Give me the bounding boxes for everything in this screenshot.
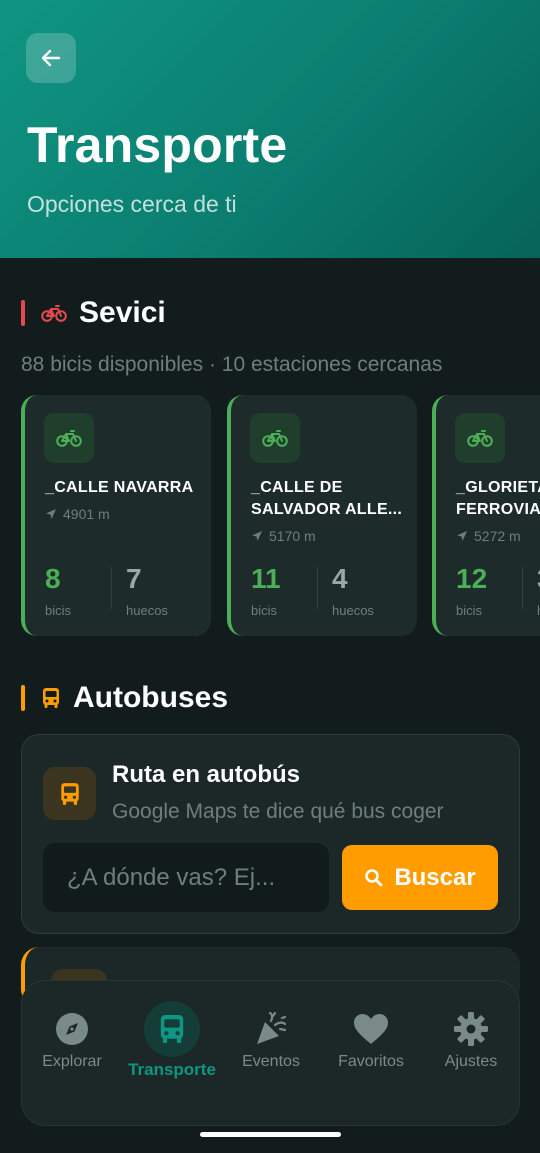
gear-icon (454, 1012, 488, 1046)
nav-label: Explorar (42, 1053, 102, 1070)
station-name: _CALLE NAVARRA (45, 479, 194, 496)
page-subtitle: Opciones cerca de ti (27, 191, 237, 217)
station-icon-box (44, 413, 94, 463)
page-title: Transporte (27, 117, 288, 173)
bus-route-icon-box (43, 767, 96, 820)
station-icon-box (250, 413, 300, 463)
arrow-left-icon (41, 49, 61, 67)
docks-label: huecos (126, 603, 168, 618)
bottom-navigation: Explorar Transporte Eventos Favoritos Aj… (21, 980, 520, 1126)
bicycle-icon (41, 305, 67, 322)
header: Transporte Opciones cerca de ti (0, 0, 540, 258)
bus-route-subtitle: Google Maps te dice qué bus coger (112, 800, 444, 823)
nav-item-favoritos[interactable]: Favoritos (321, 1009, 421, 1071)
station-distance: 5170 m (251, 528, 316, 544)
station-name: _CALLE DE SALVADOR ALLE... (251, 479, 403, 518)
section-title-sevici: Sevici (79, 296, 166, 329)
party-popper-icon (257, 1011, 287, 1044)
bus-route-title: Ruta en autobús (112, 761, 301, 788)
distance-value: 4901 m (63, 506, 110, 522)
station-icon-box (455, 413, 505, 463)
section-title-autobuses: Autobuses (73, 681, 229, 714)
bikes-label: bicis (456, 603, 483, 618)
home-indicator[interactable] (200, 1132, 341, 1137)
station-carousel[interactable]: _CALLE NAVARRA 4901 m 8 bicis 7 huecos _… (21, 395, 540, 637)
navigation-arrow-icon (457, 531, 467, 541)
nav-label: Eventos (242, 1053, 300, 1070)
docks-label: huecos (332, 603, 374, 618)
station-card[interactable]: _GLORIETA FERROVIAR 5272 m 12 bicis 3 hu… (432, 395, 540, 636)
station-name: _GLORIETA FERROVIAR (456, 479, 540, 518)
section-accent-bar (21, 300, 25, 326)
section-accent-bar (21, 685, 25, 711)
nav-item-explorar[interactable]: Explorar (22, 1009, 122, 1071)
nav-item-transporte[interactable]: Transporte (122, 1001, 222, 1080)
bikes-count: 8 (45, 563, 61, 594)
bikes-label: bicis (45, 603, 72, 618)
distance-value: 5170 m (269, 528, 316, 544)
back-button[interactable] (26, 33, 76, 83)
destination-input[interactable]: ¿A dónde vas? Ej... (43, 843, 329, 912)
station-card[interactable]: _CALLE NAVARRA 4901 m 8 bicis 7 huecos (21, 395, 211, 636)
bus-icon (60, 782, 79, 805)
sevici-section-header: Sevici (21, 296, 166, 330)
nav-label: Ajustes (444, 1053, 498, 1070)
bikes-count: 11 (251, 563, 281, 594)
docks-count: 7 (126, 563, 142, 594)
bikes-label: bicis (251, 603, 278, 618)
bicycle-icon (56, 430, 82, 447)
divider (522, 567, 523, 609)
search-icon (365, 868, 383, 886)
search-button-label: Buscar (394, 863, 476, 891)
navigation-arrow-icon (46, 509, 56, 519)
station-distance: 5272 m (456, 528, 521, 544)
nav-label: Transporte (128, 1060, 216, 1079)
bicycle-icon (467, 430, 493, 447)
navigation-arrow-icon (252, 531, 262, 541)
bikes-count: 12 (456, 563, 488, 594)
search-button[interactable]: Buscar (342, 845, 498, 910)
bus-route-card: Ruta en autobús Google Maps te dice qué … (21, 734, 520, 934)
heart-icon (354, 1014, 388, 1044)
nav-item-ajustes[interactable]: Ajustes (421, 1009, 521, 1071)
bus-icon (160, 1015, 184, 1043)
docks-count: 4 (332, 563, 348, 594)
nav-label: Favoritos (338, 1053, 404, 1070)
nav-item-eventos[interactable]: Eventos (221, 1009, 321, 1071)
sevici-summary: 88 bicis disponibles · 10 estaciones cer… (21, 353, 443, 376)
autobuses-section-header: Autobuses (21, 681, 228, 715)
divider (317, 567, 318, 609)
bus-icon (43, 688, 59, 708)
distance-value: 5272 m (474, 528, 521, 544)
station-card[interactable]: _CALLE DE SALVADOR ALLE... 5170 m 11 bic… (227, 395, 417, 636)
bicycle-icon (262, 430, 288, 447)
compass-icon (56, 1013, 88, 1045)
divider (111, 567, 112, 609)
station-distance: 4901 m (45, 506, 110, 522)
